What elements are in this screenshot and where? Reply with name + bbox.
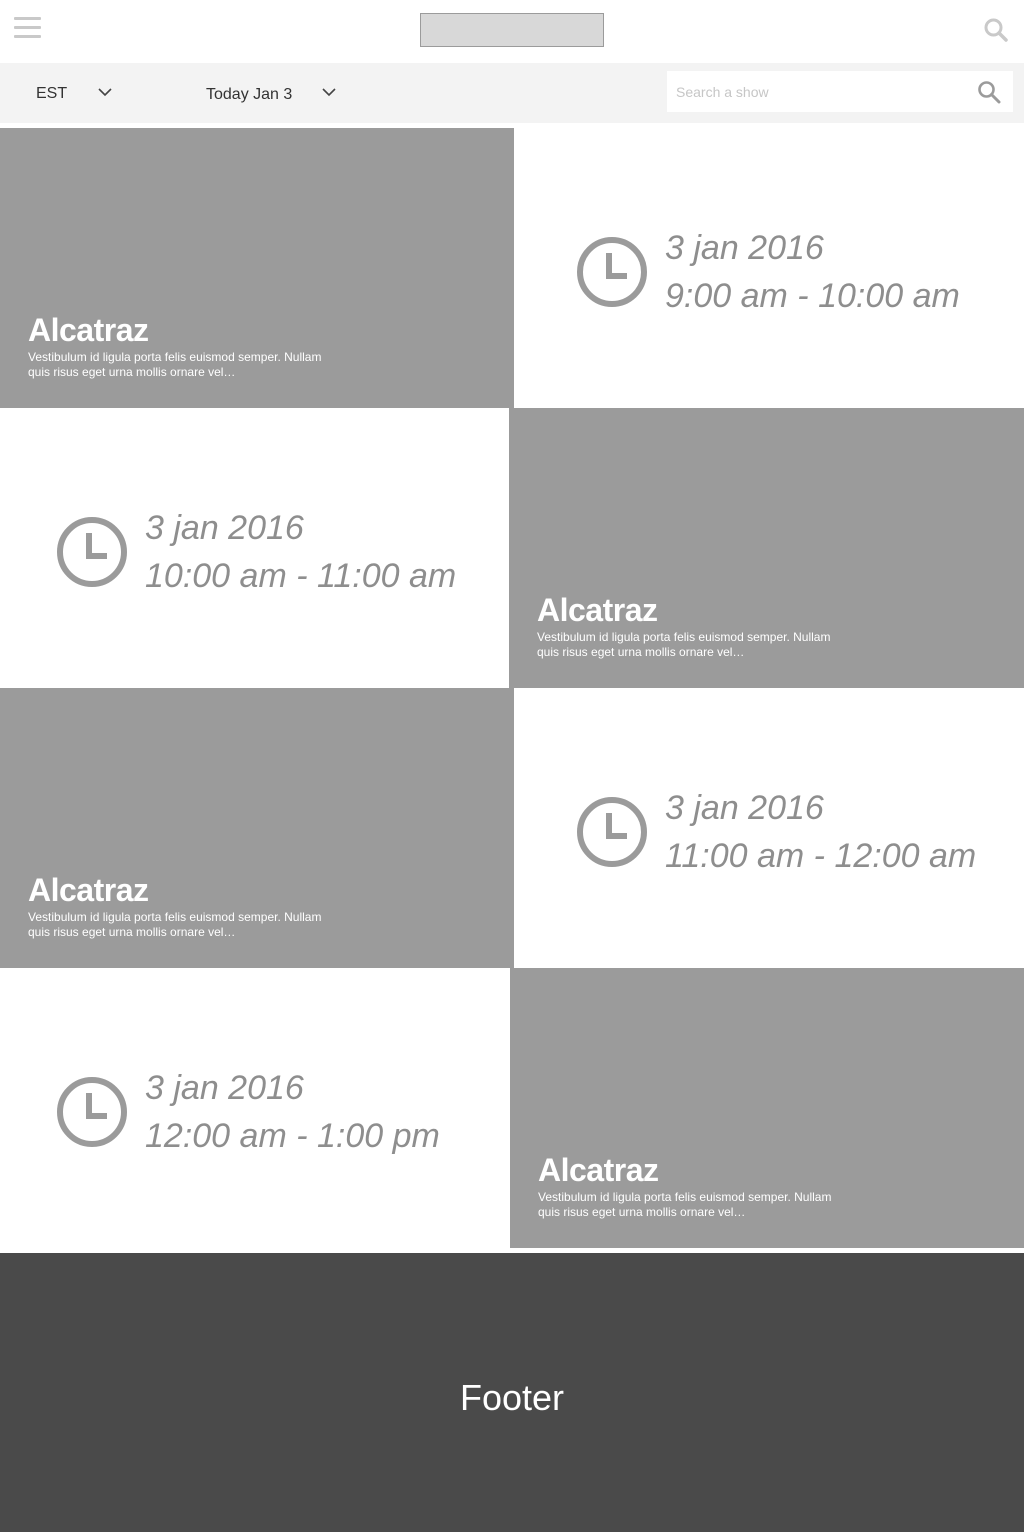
search-button-icon[interactable]: [977, 80, 1001, 104]
time-slot: 3 jan 2016 12:00 am - 1:00 pm: [0, 968, 510, 1248]
clock-icon: [577, 797, 647, 867]
slot-time-range: 12:00 am - 1:00 pm: [145, 1117, 440, 1155]
schedule-row: Alcatraz Vestibulum id ligula porta feli…: [0, 688, 1024, 968]
date-label: Today Jan 3: [206, 86, 293, 103]
clock-icon: [57, 1077, 127, 1147]
slot-time-range: 11:00 am - 12:00 am: [665, 837, 977, 875]
time-slot: 3 jan 2016 10:00 am - 11:00 am: [0, 408, 509, 688]
show-card[interactable]: Alcatraz Vestibulum id ligula porta feli…: [510, 968, 1024, 1248]
slot-date: 3 jan 2016: [145, 1069, 304, 1107]
timezone-dropdown[interactable]: EST: [36, 83, 126, 107]
show-title: Alcatraz: [28, 312, 149, 348]
show-title: Alcatraz: [537, 592, 658, 628]
chevron-down-icon: [98, 88, 112, 97]
time-slot: 3 jan 2016 11:00 am - 12:00 am: [514, 688, 1024, 968]
show-title: Alcatraz: [28, 872, 149, 908]
time-slot: 3 jan 2016 9:00 am - 10:00 am: [514, 128, 1024, 408]
footer-label: Footer: [459, 1377, 565, 1418]
show-card[interactable]: Alcatraz Vestibulum id ligula porta feli…: [0, 128, 514, 408]
show-description: Vestibulum id ligula porta felis euismod…: [28, 910, 322, 939]
clock-icon: [57, 517, 127, 587]
show-description: Vestibulum id ligula porta felis euismod…: [538, 1190, 832, 1219]
show-description: Vestibulum id ligula porta felis euismod…: [28, 350, 322, 379]
timezone-label: EST: [36, 85, 68, 102]
search-box: [667, 71, 1013, 112]
slot-time-range: 9:00 am - 10:00 am: [665, 277, 960, 315]
slot-date: 3 jan 2016: [665, 789, 824, 827]
show-description: Vestibulum id ligula porta felis euismod…: [537, 630, 831, 659]
slot-date: 3 jan 2016: [145, 509, 304, 547]
schedule-row: 3 jan 2016 12:00 am - 1:00 pm Alcatraz V…: [0, 968, 1024, 1248]
schedule-row: 3 jan 2016 10:00 am - 11:00 am Alcatraz …: [0, 408, 1024, 688]
hamburger-menu-icon[interactable]: [14, 17, 41, 41]
show-card[interactable]: Alcatraz Vestibulum id ligula porta feli…: [0, 688, 514, 968]
logo[interactable]: [420, 13, 604, 47]
filter-bar: EST Today Jan 3: [0, 63, 1024, 123]
date-dropdown[interactable]: Today Jan 3: [206, 83, 346, 107]
schedule-row: Alcatraz Vestibulum id ligula porta feli…: [0, 128, 1024, 408]
chevron-down-icon: [322, 88, 336, 97]
show-card[interactable]: Alcatraz Vestibulum id ligula porta feli…: [509, 408, 1024, 688]
search-icon[interactable]: [983, 17, 1009, 43]
show-title: Alcatraz: [538, 1152, 659, 1188]
slot-time-range: 10:00 am - 11:00 am: [145, 557, 457, 595]
slot-date: 3 jan 2016: [665, 229, 824, 267]
clock-icon: [577, 237, 647, 307]
top-header: [0, 0, 1024, 63]
search-input[interactable]: [667, 71, 967, 112]
footer: Footer: [0, 1253, 1024, 1532]
